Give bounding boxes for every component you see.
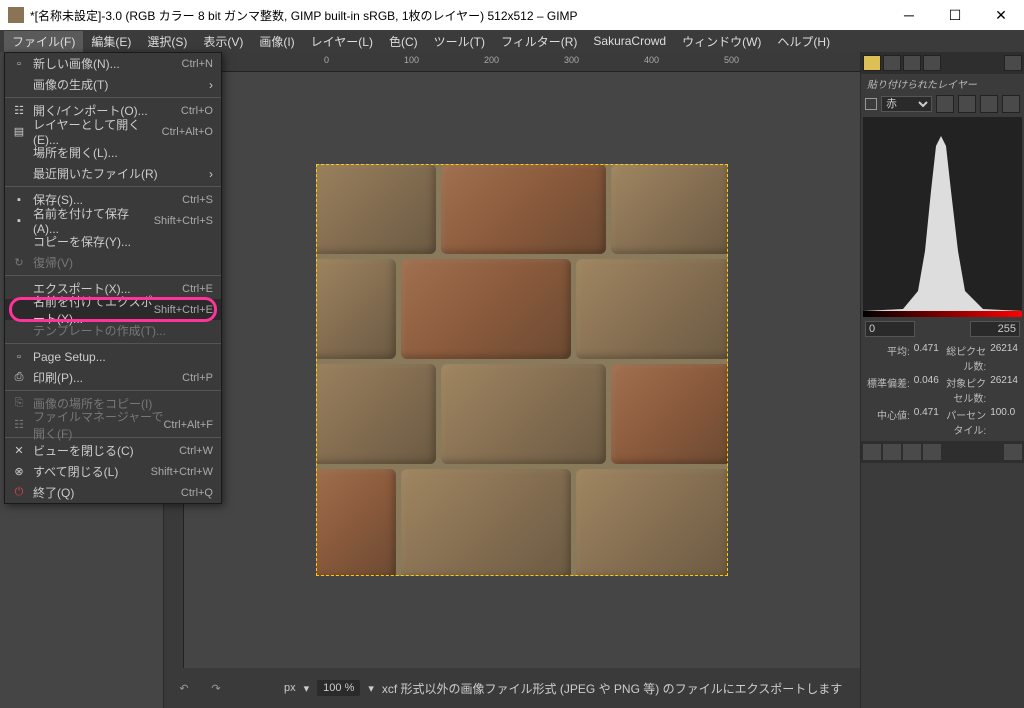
histogram-curve [863, 131, 1023, 311]
page-icon: ▫ [11, 349, 27, 365]
rp-tb-3[interactable] [903, 444, 921, 460]
viewport[interactable] [184, 72, 860, 668]
rp-channel-row: 赤 [861, 93, 1024, 115]
window-controls: ─ ☐ ✕ [886, 0, 1024, 30]
fm-close-all[interactable]: ⊗すべて閉じる(L)Shift+Ctrl+W [5, 461, 221, 482]
histogram [863, 117, 1022, 317]
save-as-icon: ▪ [11, 213, 27, 229]
menu-image[interactable]: 画像(I) [251, 31, 302, 52]
channel-select[interactable]: 赤 [881, 96, 932, 112]
fm-page-setup[interactable]: ▫Page Setup... [5, 346, 221, 367]
revert-icon: ↻ [11, 255, 27, 271]
maximize-button[interactable]: ☐ [932, 0, 978, 30]
rp-tab-strip [861, 52, 1024, 74]
rp-tb-menu-icon[interactable] [1004, 444, 1022, 460]
layer-icon: ▤ [11, 124, 27, 140]
image-content [316, 164, 728, 576]
fm-save-as[interactable]: ▪名前を付けて保存(A)...Shift+Ctrl+S [5, 210, 221, 231]
quit-icon: ⏻ [11, 485, 27, 501]
rp-btn-1[interactable] [936, 95, 954, 113]
rp-layer-caption: 貼り付けられたレイヤー [861, 74, 1024, 93]
histo-max-input[interactable] [970, 321, 1020, 337]
rp-tab-3[interactable] [903, 55, 921, 71]
fm-show-in-fm: ☷ファイルマネージャーで開く(F)Ctrl+Alt+F [5, 414, 221, 435]
fm-recent[interactable]: 最近開いたファイル(R)› [5, 163, 221, 184]
menu-select[interactable]: 選択(S) [139, 31, 195, 52]
sb-dropdown-icon[interactable]: ▾ [304, 682, 310, 695]
print-icon: ⎙ [11, 370, 27, 386]
canvas-area: 0 100 200 300 400 500 [164, 52, 860, 708]
fm-save-copy[interactable]: コピーを保存(Y)... [5, 231, 221, 252]
folder-icon: ☷ [11, 417, 27, 433]
sb-hint: xcf 形式以外の画像ファイル形式 (JPEG や PNG 等) のファイルにエ… [382, 680, 852, 697]
rp-lower-toolbar [861, 441, 1024, 463]
menu-edit[interactable]: 編集(E) [83, 31, 139, 52]
statusbar: ↶ ↷ px ▾ 100 % ▾ xcf 形式以外の画像ファイル形式 (JPEG… [164, 668, 860, 708]
menu-view[interactable]: 表示(V) [195, 31, 251, 52]
rp-tb-4[interactable] [923, 444, 941, 460]
rp-btn-4[interactable] [1002, 95, 1020, 113]
fm-create[interactable]: 画像の生成(T)› [5, 74, 221, 95]
sb-redo-icon[interactable]: ↷ [204, 676, 228, 700]
save-icon: ▪ [11, 192, 27, 208]
menu-help[interactable]: ヘルプ(H) [769, 31, 838, 52]
menu-sakuracrowd[interactable]: SakuraCrowd [585, 32, 674, 50]
rp-tab-menu-icon[interactable] [1004, 55, 1022, 71]
menu-separator [5, 275, 221, 276]
color-swatch-icon [865, 98, 877, 110]
menu-file[interactable]: ファイル(F) [4, 31, 83, 52]
menu-separator [5, 186, 221, 187]
close-button[interactable]: ✕ [978, 0, 1024, 30]
sb-undo-icon[interactable]: ↶ [172, 676, 196, 700]
histogram-gradient [863, 311, 1022, 317]
canvas[interactable] [316, 164, 728, 576]
fm-open-location[interactable]: 場所を開く(L)... [5, 142, 221, 163]
rp-btn-2[interactable] [958, 95, 976, 113]
fm-close-view[interactable]: ✕ビューを閉じる(C)Ctrl+W [5, 440, 221, 461]
menu-separator [5, 343, 221, 344]
fm-quit[interactable]: ⏻終了(Q)Ctrl+Q [5, 482, 221, 503]
menu-separator [5, 97, 221, 98]
rp-tab-4[interactable] [923, 55, 941, 71]
ruler-horizontal: 0 100 200 300 400 500 [184, 52, 860, 72]
new-icon: ▫ [11, 56, 27, 72]
close-all-icon: ⊗ [11, 464, 27, 480]
fm-revert: ↻復帰(V) [5, 252, 221, 273]
chevron-right-icon: › [209, 167, 213, 181]
sb-zoom-dropdown-icon[interactable]: ▾ [368, 682, 374, 695]
histo-min-input[interactable] [865, 321, 915, 337]
rp-tab-1[interactable] [863, 55, 881, 71]
histogram-range [861, 319, 1024, 339]
copy-icon: ⎘ [11, 396, 27, 412]
menu-separator [5, 390, 221, 391]
histogram-stats: 平均:0.471 総ピクセル数:26214 標準偏差:0.046 対象ピクセル数… [861, 339, 1024, 441]
sb-unit: px [284, 682, 296, 694]
right-panel: 貼り付けられたレイヤー 赤 平均:0.471 総ピクセル数:26214 標準偏差… [860, 52, 1024, 708]
close-icon: ✕ [11, 443, 27, 459]
rp-tb-2[interactable] [883, 444, 901, 460]
rp-btn-3[interactable] [980, 95, 998, 113]
sb-zoom[interactable]: 100 % [317, 680, 360, 696]
menu-filters[interactable]: フィルター(R) [493, 31, 585, 52]
fm-export-as[interactable]: 名前を付けてエクスポート(X)...Shift+Ctrl+E [5, 299, 221, 320]
chevron-right-icon: › [209, 78, 213, 92]
menu-layer[interactable]: レイヤー(L) [303, 31, 381, 52]
fm-open-as-layer[interactable]: ▤レイヤーとして開く(E)...Ctrl+Alt+O [5, 121, 221, 142]
fm-print[interactable]: ⎙印刷(P)...Ctrl+P [5, 367, 221, 388]
rp-tb-1[interactable] [863, 444, 881, 460]
rp-tab-2[interactable] [883, 55, 901, 71]
folder-icon: ☷ [11, 103, 27, 119]
file-menu-dropdown: ▫新しい画像(N)...Ctrl+N 画像の生成(T)› ☷開く/インポート(O… [4, 52, 222, 504]
window-title: *[名称未設定]-3.0 (RGB カラー 8 bit ガンマ整数, GIMP … [30, 7, 886, 24]
titlebar: *[名称未設定]-3.0 (RGB カラー 8 bit ガンマ整数, GIMP … [0, 0, 1024, 30]
minimize-button[interactable]: ─ [886, 0, 932, 30]
menu-color[interactable]: 色(C) [381, 31, 426, 52]
fm-new[interactable]: ▫新しい画像(N)...Ctrl+N [5, 53, 221, 74]
menubar: ファイル(F) 編集(E) 選択(S) 表示(V) 画像(I) レイヤー(L) … [0, 30, 1024, 52]
menu-window[interactable]: ウィンドウ(W) [674, 31, 769, 52]
app-icon [8, 7, 24, 23]
menu-tools[interactable]: ツール(T) [426, 31, 493, 52]
